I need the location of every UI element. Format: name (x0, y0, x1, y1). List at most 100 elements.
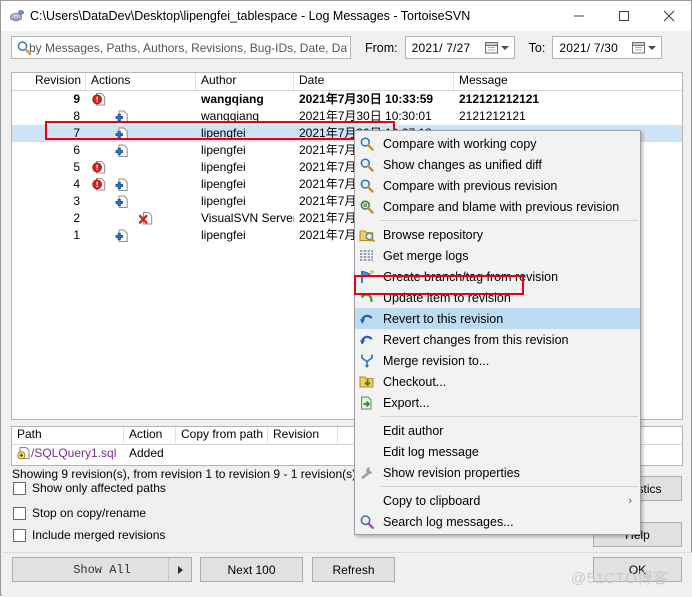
menu-item-show-changes-as-unified-diff[interactable]: Show changes as unified diff (355, 154, 640, 175)
menu-item-edit-log-message[interactable]: Edit log message (355, 441, 640, 462)
checkbox-show-only-affected-paths[interactable]: Show only affected paths (13, 481, 166, 495)
search-icon (16, 40, 32, 56)
magnifier-icon (359, 157, 376, 173)
close-icon[interactable] (646, 1, 691, 31)
column-header-message[interactable]: Message (454, 73, 682, 90)
window-title: C:\Users\DataDev\Desktop\lipengfei_table… (30, 9, 471, 23)
calendar-icon (484, 41, 498, 54)
revision-cell: 5 (73, 160, 80, 174)
checkbox-label: Show only affected paths (32, 481, 166, 495)
menu-item-show-revision-properties[interactable]: Show revision properties (355, 462, 640, 483)
column-header-action[interactable]: Action (124, 427, 176, 444)
menu-item-merge-revision-to[interactable]: Merge revision to... (355, 350, 640, 371)
message-cell: 2121212121 (459, 109, 526, 123)
column-header-actions[interactable]: Actions (86, 73, 196, 90)
revision-cell: 7 (73, 126, 80, 140)
menu-item-export[interactable]: Export... (355, 392, 640, 413)
author-cell: lipengfei (201, 143, 246, 157)
submenu-arrow-icon: › (628, 494, 632, 507)
menu-item-update-item-to-revision[interactable]: Update item to revision (355, 287, 640, 308)
menu-item-compare-with-previous-revision[interactable]: Compare with previous revision (355, 175, 640, 196)
search-log-icon (359, 514, 376, 530)
refresh-button[interactable]: Refresh (312, 557, 395, 582)
checkbox-box[interactable] (13, 506, 26, 520)
author-cell: lipengfei (201, 228, 246, 242)
path-copy-from-cell (176, 445, 268, 462)
chevron-down-icon[interactable] (648, 46, 657, 50)
from-label: From: (365, 40, 398, 55)
checkbox-box[interactable] (13, 481, 26, 495)
added-action-icon (114, 228, 129, 243)
window-controls (556, 1, 691, 31)
revision-cell: 1 (73, 228, 80, 242)
menu-item-edit-author[interactable]: Edit author (355, 420, 640, 441)
no-icon (359, 444, 376, 460)
from-date-field[interactable]: 2021/ 7/27 (404, 36, 515, 59)
revision-cell: 2 (73, 211, 80, 225)
menu-item-compare-and-blame-with-previous-revision[interactable]: Compare and blame with previous revision (355, 196, 640, 217)
modified-action-icon (92, 92, 107, 107)
checkbox-stop-on-copy-rename[interactable]: Stop on copy/rename (13, 506, 146, 520)
checkbox-box[interactable] (13, 528, 26, 542)
author-cell: wangqiang (201, 109, 260, 123)
maximize-icon[interactable] (601, 1, 646, 31)
menu-item-checkout[interactable]: Checkout... (355, 371, 640, 392)
to-date-field[interactable]: 2021/ 7/30 (552, 36, 663, 59)
menu-item-get-merge-logs[interactable]: Get merge logs (355, 245, 640, 266)
menu-item-label: Compare with working copy (383, 136, 537, 151)
column-header-date[interactable]: Date (294, 73, 454, 90)
actions-cell (86, 227, 196, 244)
revert-arrow-icon (359, 311, 376, 327)
column-header-revision[interactable]: Revision (12, 73, 86, 90)
menu-item-revert-changes-from-this-revision[interactable]: Revert changes from this revision (355, 329, 640, 350)
branch-tag-icon (359, 268, 376, 285)
table-row[interactable]: 9 wangqiang 2021年7月30日 10:33:59 21212121212… (12, 91, 682, 108)
watermark: @51CTO博客 (571, 570, 669, 587)
file-added-icon (17, 446, 31, 462)
wrench-icon (359, 465, 376, 481)
author-cell: lipengfei (201, 160, 246, 174)
search-box[interactable] (11, 36, 351, 59)
table-row[interactable]: 8 wangqiang 2021年7月30日 10:30:01 2121212121 (12, 108, 682, 125)
minimize-icon[interactable] (556, 1, 601, 31)
checkbox-label: Include merged revisions (32, 528, 166, 542)
revision-context-menu[interactable]: Compare with working copy Show changes as… (354, 130, 641, 535)
column-header-path-revision[interactable]: Revision (268, 427, 338, 444)
actions-cell (86, 108, 196, 125)
no-icon (359, 493, 376, 509)
show-all-button[interactable]: Show All (12, 557, 192, 582)
to-date-value: 2021/ 7/30 (559, 40, 619, 55)
menu-item-browse-repository[interactable]: Browse repository (355, 224, 640, 245)
modified-action-icon (92, 177, 107, 192)
actions-cell (86, 176, 196, 193)
modified-action-icon (92, 160, 107, 175)
menu-item-label: Edit log message (383, 444, 479, 459)
menu-item-label: Compare and blame with previous revision (383, 199, 620, 214)
from-date-value: 2021/ 7/27 (411, 40, 471, 55)
menu-item-copy-to-clipboard[interactable]: Copy to clipboard › (355, 490, 640, 511)
actions-cell (86, 210, 196, 227)
column-header-copy-from-path[interactable]: Copy from path (176, 427, 268, 444)
menu-item-search-log-messages[interactable]: Search log messages... (355, 511, 640, 532)
no-icon (359, 423, 376, 439)
added-action-icon (114, 194, 129, 209)
checkbox-include-merged-revisions[interactable]: Include merged revisions (13, 528, 165, 542)
chevron-down-icon[interactable] (500, 46, 509, 50)
menu-item-label: Search log messages... (383, 514, 514, 529)
menu-item-create-branch-tag-from-revision[interactable]: Create branch/tag from revision (355, 266, 640, 287)
menu-item-revert-to-this-revision[interactable]: Revert to this revision (355, 308, 640, 329)
menu-item-label: Merge revision to... (383, 353, 490, 368)
search-input[interactable] (12, 39, 350, 56)
log-messages-window: C:\Users\DataDev\Desktop\lipengfei_table… (0, 0, 692, 597)
next-100-button[interactable]: Next 100 (200, 557, 303, 582)
show-all-dropdown-icon[interactable] (168, 558, 191, 581)
menu-item-compare-with-working-copy[interactable]: Compare with working copy (355, 133, 640, 154)
to-label: To: (528, 40, 546, 55)
actions-cell (86, 142, 196, 159)
column-header-path[interactable]: Path (12, 427, 124, 444)
message-cell: 212121212121 (459, 92, 540, 106)
column-header-author[interactable]: Author (196, 73, 294, 90)
menu-item-label: Copy to clipboard (383, 493, 481, 508)
deleted-action-icon (138, 211, 153, 226)
path-revision-cell (268, 445, 338, 462)
